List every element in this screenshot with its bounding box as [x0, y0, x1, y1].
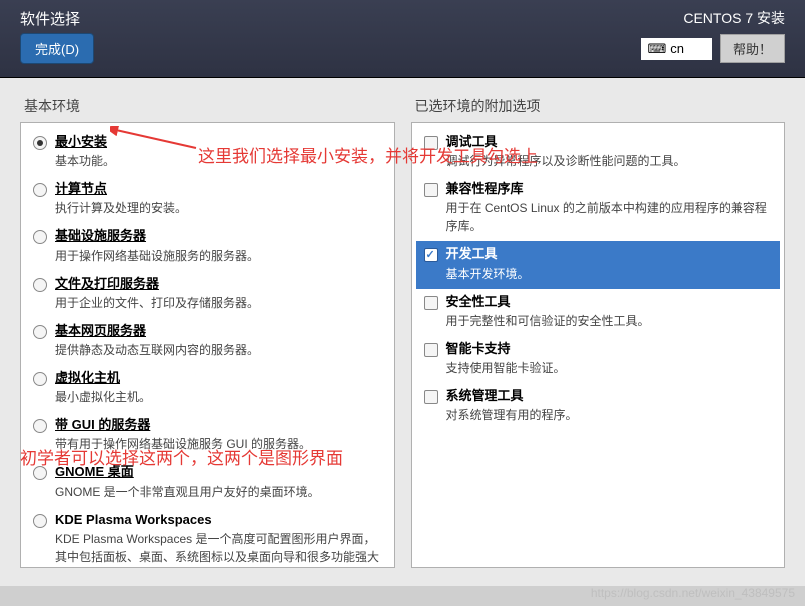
checkbox-icon[interactable] — [424, 390, 438, 404]
checkbox-icon[interactable] — [424, 136, 438, 150]
env-item[interactable]: KDE Plasma WorkspacesKDE Plasma Workspac… — [25, 507, 390, 569]
item-body: KDE Plasma WorkspacesKDE Plasma Workspac… — [55, 511, 382, 569]
item-desc: 执行计算及处理的安装。 — [55, 199, 382, 217]
item-desc: 支持使用智能卡验证。 — [446, 359, 773, 377]
left-column: 基本环境 最小安装基本功能。计算节点执行计算及处理的安装。基础设施服务器用于操作… — [20, 96, 395, 568]
item-desc: 用于在 CentOS Linux 的之前版本中构建的应用程序的兼容程序库。 — [446, 199, 773, 235]
env-item[interactable]: 基础设施服务器用于操作网络基础设施服务的服务器。 — [25, 223, 390, 270]
page-title: 软件选择 — [20, 8, 80, 29]
item-body: 最小安装基本功能。 — [55, 133, 382, 170]
item-body: 虚拟化主机最小虚拟化主机。 — [55, 369, 382, 406]
item-body: 安全性工具用于完整性和可信验证的安全性工具。 — [446, 293, 773, 330]
installer-subtitle: CENTOS 7 安装 — [683, 8, 785, 28]
addon-item[interactable]: 安全性工具用于完整性和可信验证的安全性工具。 — [416, 289, 781, 336]
watermark: https://blog.csdn.net/weixin_43849575 — [591, 586, 795, 600]
radio-icon[interactable] — [33, 514, 47, 528]
item-body: 带 GUI 的服务器带有用于操作网络基础设施服务 GUI 的服务器。 — [55, 416, 382, 453]
item-desc: 调试行为异常程序以及诊断性能问题的工具。 — [446, 152, 773, 170]
item-title: 计算节点 — [55, 180, 382, 198]
item-title: 开发工具 — [446, 245, 773, 263]
env-item[interactable]: 最小安装基本功能。 — [25, 129, 390, 176]
env-item[interactable]: 带 GUI 的服务器带有用于操作网络基础设施服务 GUI 的服务器。 — [25, 412, 390, 459]
radio-icon[interactable] — [33, 466, 47, 480]
item-title: 系统管理工具 — [446, 387, 773, 405]
item-body: 系统管理工具对系统管理有用的程序。 — [446, 387, 773, 424]
item-title: GNOME 桌面 — [55, 463, 382, 481]
item-body: 基本网页服务器提供静态及动态互联网内容的服务器。 — [55, 322, 382, 359]
keyboard-layout-indicator[interactable]: cn — [641, 38, 712, 60]
addon-item[interactable]: 智能卡支持支持使用智能卡验证。 — [416, 336, 781, 383]
addon-item[interactable]: 调试工具调试行为异常程序以及诊断性能问题的工具。 — [416, 129, 781, 176]
item-title: 调试工具 — [446, 133, 773, 151]
item-desc: 提供静态及动态互联网内容的服务器。 — [55, 341, 382, 359]
radio-icon[interactable] — [33, 325, 47, 339]
main-content: 基本环境 最小安装基本功能。计算节点执行计算及处理的安装。基础设施服务器用于操作… — [0, 78, 805, 586]
env-item[interactable]: 计算节点执行计算及处理的安装。 — [25, 176, 390, 223]
right-column: 已选环境的附加选项 调试工具调试行为异常程序以及诊断性能问题的工具。兼容性程序库… — [411, 96, 786, 568]
item-desc: 带有用于操作网络基础设施服务 GUI 的服务器。 — [55, 435, 382, 453]
addon-item[interactable]: 兼容性程序库用于在 CentOS Linux 的之前版本中构建的应用程序的兼容程… — [416, 176, 781, 241]
item-desc: 对系统管理有用的程序。 — [446, 406, 773, 424]
radio-icon[interactable] — [33, 372, 47, 386]
env-item[interactable]: 基本网页服务器提供静态及动态互联网内容的服务器。 — [25, 318, 390, 365]
addons-list[interactable]: 调试工具调试行为异常程序以及诊断性能问题的工具。兼容性程序库用于在 CentOS… — [411, 122, 786, 568]
keyboard-label: cn — [670, 41, 684, 56]
item-body: 调试工具调试行为异常程序以及诊断性能问题的工具。 — [446, 133, 773, 170]
env-item[interactable]: GNOME 桌面 GNOME 是一个非常直观且用户友好的桌面环境。 — [25, 459, 390, 506]
item-desc: 最小虚拟化主机。 — [55, 388, 382, 406]
item-desc: KDE Plasma Workspaces 是一个高度可配置图形用户界面，其中包… — [55, 530, 382, 568]
item-title: 基础设施服务器 — [55, 227, 382, 245]
radio-icon[interactable] — [33, 230, 47, 244]
radio-icon[interactable] — [33, 419, 47, 433]
header-bar: 软件选择 完成(D) CENTOS 7 安装 cn 帮助！ — [0, 0, 805, 78]
help-button[interactable]: 帮助！ — [720, 34, 785, 63]
done-button[interactable]: 完成(D) — [20, 33, 94, 64]
addon-item[interactable]: 开发工具基本开发环境。 — [416, 241, 781, 288]
item-desc: 用于企业的文件、打印及存储服务器。 — [55, 294, 382, 312]
item-title: 虚拟化主机 — [55, 369, 382, 387]
item-body: 文件及打印服务器用于企业的文件、打印及存储服务器。 — [55, 275, 382, 312]
checkbox-icon[interactable] — [424, 183, 438, 197]
radio-icon[interactable] — [33, 136, 47, 150]
item-title: KDE Plasma Workspaces — [55, 511, 382, 529]
item-body: 计算节点执行计算及处理的安装。 — [55, 180, 382, 217]
item-body: 开发工具基本开发环境。 — [446, 245, 773, 282]
item-title: 智能卡支持 — [446, 340, 773, 358]
checkbox-icon[interactable] — [424, 343, 438, 357]
env-item[interactable]: 虚拟化主机最小虚拟化主机。 — [25, 365, 390, 412]
item-body: 兼容性程序库用于在 CentOS Linux 的之前版本中构建的应用程序的兼容程… — [446, 180, 773, 235]
base-environment-list[interactable]: 最小安装基本功能。计算节点执行计算及处理的安装。基础设施服务器用于操作网络基础设… — [20, 122, 395, 568]
item-title: 带 GUI 的服务器 — [55, 416, 382, 434]
env-item[interactable]: 文件及打印服务器用于企业的文件、打印及存储服务器。 — [25, 271, 390, 318]
item-title: 基本网页服务器 — [55, 322, 382, 340]
checkbox-icon[interactable] — [424, 248, 438, 262]
item-desc: 用于完整性和可信验证的安全性工具。 — [446, 312, 773, 330]
item-title: 安全性工具 — [446, 293, 773, 311]
radio-icon[interactable] — [33, 278, 47, 292]
item-desc: 基本功能。 — [55, 152, 382, 170]
right-heading: 已选环境的附加选项 — [411, 96, 786, 116]
item-desc: 用于操作网络基础设施服务的服务器。 — [55, 247, 382, 265]
left-heading: 基本环境 — [20, 96, 395, 116]
item-title: 兼容性程序库 — [446, 180, 773, 198]
item-title: 文件及打印服务器 — [55, 275, 382, 293]
item-body: 智能卡支持支持使用智能卡验证。 — [446, 340, 773, 377]
radio-icon[interactable] — [33, 183, 47, 197]
addon-item[interactable]: 系统管理工具对系统管理有用的程序。 — [416, 383, 781, 430]
item-body: GNOME 桌面 GNOME 是一个非常直观且用户友好的桌面环境。 — [55, 463, 382, 500]
item-body: 基础设施服务器用于操作网络基础设施服务的服务器。 — [55, 227, 382, 264]
checkbox-icon[interactable] — [424, 296, 438, 310]
item-desc: 基本开发环境。 — [446, 265, 773, 283]
item-title: 最小安装 — [55, 133, 382, 151]
item-desc: GNOME 是一个非常直观且用户友好的桌面环境。 — [55, 483, 382, 501]
